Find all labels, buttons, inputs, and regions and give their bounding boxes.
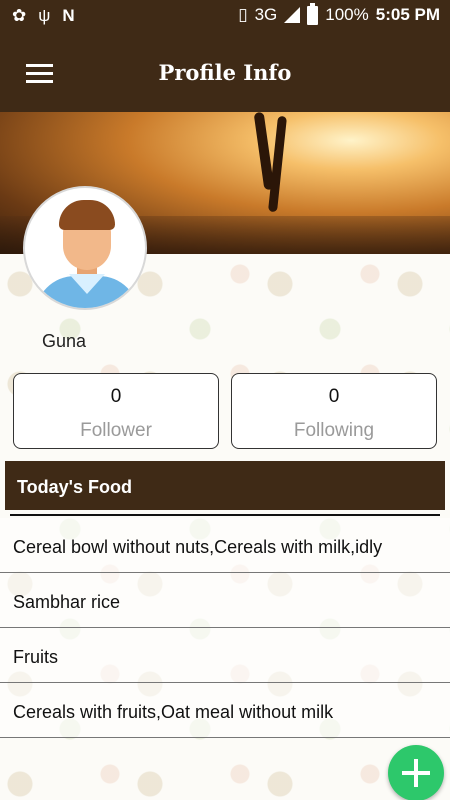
uc-browser-icon: ✿ bbox=[12, 6, 27, 25]
list-item[interactable]: Cereals with fruits,Oat meal without mil… bbox=[0, 683, 450, 738]
app-bar: Profile Info bbox=[0, 36, 450, 112]
n-icon: N bbox=[62, 6, 75, 25]
food-list: Cereal bowl without nuts,Cereals with mi… bbox=[0, 518, 450, 738]
status-bar: ✿ ψ N ▯ 3G 100% 5:05 PM bbox=[0, 0, 450, 36]
battery-percent: 100% bbox=[325, 5, 369, 24]
profile-name: Guna bbox=[42, 331, 87, 351]
page-title: Profile Info bbox=[158, 60, 292, 85]
signal-icon bbox=[284, 7, 301, 23]
list-item[interactable]: Sambhar rice bbox=[0, 573, 450, 628]
avatar[interactable] bbox=[23, 186, 147, 310]
follower-count: 0 bbox=[110, 386, 122, 407]
vibrate-icon: ▯ bbox=[238, 5, 248, 24]
list-item[interactable]: Fruits bbox=[0, 628, 450, 683]
following-button[interactable]: 0 Following bbox=[231, 373, 437, 449]
following-label: Following bbox=[293, 420, 375, 441]
divider bbox=[10, 514, 440, 516]
clock: 5:05 PM bbox=[375, 5, 440, 24]
follower-button[interactable]: 0 Follower bbox=[13, 373, 219, 449]
battery-icon bbox=[307, 2, 319, 25]
network-type: 3G bbox=[254, 5, 278, 24]
runner-silhouette bbox=[245, 112, 295, 213]
follower-label: Follower bbox=[80, 420, 152, 441]
list-item[interactable]: Cereal bowl without nuts,Cereals with mi… bbox=[0, 518, 450, 573]
following-count: 0 bbox=[328, 386, 340, 407]
add-food-button[interactable] bbox=[388, 745, 444, 800]
section-header-todays-food: Today's Food bbox=[5, 461, 445, 510]
usb-icon: ψ bbox=[38, 6, 51, 25]
